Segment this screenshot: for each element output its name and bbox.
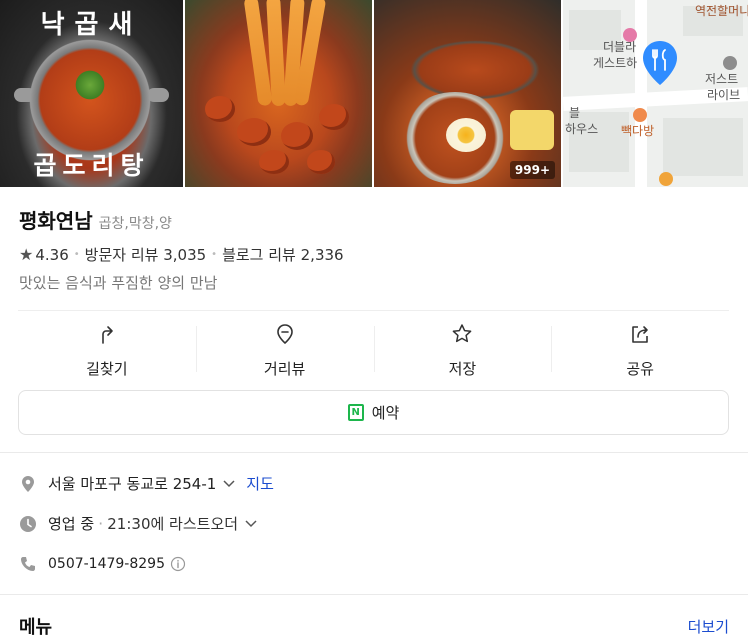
photo-gallery[interactable]: 낙곱새 곱도리탕 999+ 역전할머니 더블라 게스트하 저스트 라이브 블 하… — [0, 0, 748, 187]
map-label: 역전할머니 — [695, 4, 748, 18]
map-label: 게스트하 — [593, 56, 638, 70]
directions-button[interactable]: 길찾기 — [18, 318, 196, 382]
share-icon — [632, 326, 648, 343]
map-label: 라이브 — [707, 88, 741, 102]
info-icon[interactable] — [170, 556, 186, 572]
save-button[interactable]: 저장 — [373, 318, 552, 382]
section-divider — [0, 452, 748, 453]
photo-3[interactable]: 999+ — [374, 0, 561, 187]
map-pin-icon — [643, 41, 677, 85]
hours-row: 영업 중 · 21:30에 라스트오더 — [19, 513, 258, 534]
blog-review-link[interactable]: 블로그 리뷰 2,336 — [222, 244, 344, 265]
divider — [18, 310, 729, 311]
map-label: 블 — [569, 106, 581, 120]
rating-row: ★ 4.36 • 방문자 리뷰 3,035 • 블로그 리뷰 2,336 — [19, 244, 344, 265]
pan-image — [410, 40, 540, 100]
star-icon: ★ — [19, 245, 34, 264]
menu-section-title: 메뉴 — [19, 617, 53, 638]
visitor-review-link[interactable]: 방문자 리뷰 3,035 — [85, 244, 207, 265]
place-category: 곱창,막창,양 — [98, 216, 172, 232]
map-thumbnail[interactable]: 역전할머니 더블라 게스트하 저스트 라이브 블 하우스 빽다방 — [563, 0, 748, 187]
photo-1[interactable]: 낙곱새 곱도리탕 — [0, 0, 183, 187]
separator-dot: • — [211, 249, 218, 260]
visitor-review-count: 3,035 — [163, 246, 207, 264]
section-divider — [0, 594, 748, 595]
reserve-label: 예약 — [371, 404, 400, 422]
map-poi-dot — [723, 56, 737, 70]
place-name: 평화연남 — [19, 209, 93, 233]
separator-dot: · — [98, 514, 104, 533]
map-road — [635, 0, 647, 187]
phone-number[interactable]: 0507-1479-8295 — [48, 556, 165, 572]
share-label: 공유 — [626, 360, 654, 378]
food-piece — [281, 122, 313, 150]
map-label: 저스트 — [705, 72, 739, 86]
street-view-label: 거리뷰 — [263, 360, 306, 378]
separator-dot: • — [73, 249, 80, 260]
save-label: 저장 — [448, 360, 477, 378]
food-piece — [237, 118, 271, 146]
pot-image — [26, 36, 154, 164]
map-block — [663, 118, 743, 176]
directions-icon — [102, 326, 113, 344]
food-piece — [307, 150, 335, 174]
directions-label: 길찾기 — [86, 360, 128, 378]
address-row: 서울 마포구 동교로 254-1 지도 — [19, 473, 274, 494]
phone-icon — [21, 557, 35, 571]
place-description: 맛있는 음식과 푸짐한 양의 만남 — [19, 274, 218, 292]
map-poi-dot — [659, 172, 673, 186]
photo-2[interactable] — [185, 0, 372, 187]
share-button[interactable]: 공유 — [551, 318, 729, 382]
chevron-down-icon[interactable] — [244, 519, 258, 529]
map-poi-dot — [633, 108, 647, 122]
blog-review-label: 블로그 리뷰 — [222, 246, 296, 264]
map-link[interactable]: 지도 — [246, 473, 274, 494]
address-text[interactable]: 서울 마포구 동교로 254-1 — [48, 473, 216, 494]
photo-caption-bottom: 곱도리탕 — [33, 151, 150, 180]
location-pin-icon — [276, 324, 293, 345]
business-status[interactable]: 영업 중 — [48, 513, 94, 534]
street-view-button[interactable]: 거리뷰 — [195, 318, 374, 382]
last-order-text[interactable]: 21:30에 라스트오더 — [107, 513, 238, 534]
naver-booking-icon: N — [347, 404, 364, 421]
map-label: 빽다방 — [621, 124, 655, 138]
map-label: 하우스 — [565, 122, 599, 136]
herb-garnish — [72, 70, 108, 100]
blog-review-count: 2,336 — [300, 246, 344, 264]
reserve-button[interactable]: N 예약 — [18, 390, 729, 435]
food-piece — [319, 104, 349, 130]
menu-more-link[interactable]: 더보기 — [688, 616, 729, 637]
visitor-review-label: 방문자 리뷰 — [84, 246, 159, 264]
place-header: 평화연남 곱창,막창,양 — [19, 205, 172, 234]
map-poi-dot — [623, 28, 637, 42]
chevron-down-icon[interactable] — [222, 479, 236, 489]
side-dish — [510, 110, 554, 150]
phone-row: 0507-1479-8295 — [19, 555, 186, 573]
fried-egg — [446, 118, 486, 152]
food-piece — [259, 150, 289, 174]
action-bar: 길찾기 거리뷰 저장 공유 — [18, 318, 729, 382]
rating-value: 4.36 — [35, 245, 69, 264]
location-icon — [22, 475, 34, 492]
photo-count-badge: 999+ — [509, 161, 555, 179]
food-piece — [205, 96, 235, 122]
star-outline-icon — [453, 324, 472, 343]
clock-icon — [20, 515, 36, 532]
